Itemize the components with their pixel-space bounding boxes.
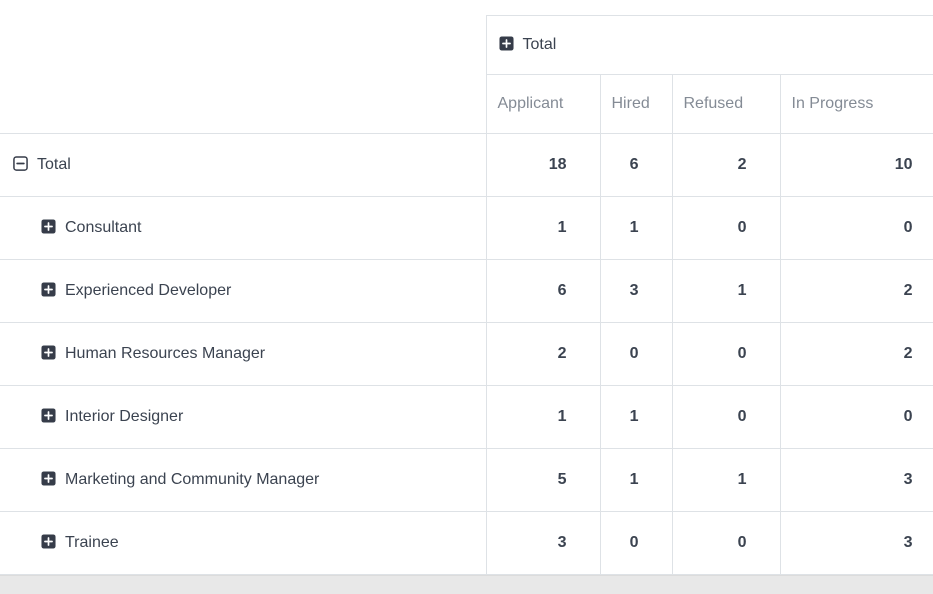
background-area	[0, 575, 933, 594]
value-cell: 1	[600, 197, 672, 260]
plus-square-icon	[41, 471, 56, 486]
row-label: Marketing and Community Manager	[65, 471, 319, 488]
value-cell: 0	[600, 323, 672, 386]
pivot-table-container: Total Applicant Hired Refused In Progres…	[0, 0, 933, 575]
pivot-view: Total Applicant Hired Refused In Progres…	[0, 0, 933, 594]
table-row-trainee: Trainee 3 0 0 3	[0, 512, 933, 575]
column-group-header-row: Total	[0, 16, 933, 75]
value-cell: 10	[780, 134, 933, 197]
minus-square-icon	[13, 156, 28, 171]
row-label: Consultant	[65, 219, 142, 236]
corner-cell	[0, 16, 486, 75]
row-header-marketing-and-community-manager[interactable]: Marketing and Community Manager	[0, 449, 486, 512]
column-group-total[interactable]: Total	[486, 16, 933, 75]
row-label: Trainee	[65, 534, 119, 551]
value-cell: 2	[780, 323, 933, 386]
row-label: Experienced Developer	[65, 282, 231, 299]
value-cell: 1	[672, 449, 780, 512]
value-cell: 0	[780, 197, 933, 260]
row-label: Human Resources Manager	[65, 345, 265, 362]
value-cell: 2	[486, 323, 600, 386]
value-cell: 3	[600, 260, 672, 323]
row-header-total[interactable]: Total	[0, 134, 486, 197]
value-cell: 0	[600, 512, 672, 575]
column-group-label: Total	[523, 36, 557, 53]
value-cell: 0	[780, 386, 933, 449]
value-cell: 1	[486, 197, 600, 260]
measure-header-in-progress[interactable]: In Progress	[780, 75, 933, 134]
measure-header-hired[interactable]: Hired	[600, 75, 672, 134]
table-row-consultant: Consultant 1 1 0 0	[0, 197, 933, 260]
value-cell: 1	[486, 386, 600, 449]
value-cell: 1	[672, 260, 780, 323]
value-cell: 6	[486, 260, 600, 323]
row-label: Interior Designer	[65, 408, 183, 425]
row-header-human-resources-manager[interactable]: Human Resources Manager	[0, 323, 486, 386]
row-header-trainee[interactable]: Trainee	[0, 512, 486, 575]
value-cell: 2	[672, 134, 780, 197]
plus-square-icon	[41, 345, 56, 360]
value-cell: 3	[780, 449, 933, 512]
plus-square-icon	[41, 534, 56, 549]
value-cell: 5	[486, 449, 600, 512]
value-cell: 2	[780, 260, 933, 323]
value-cell: 3	[780, 512, 933, 575]
value-cell: 0	[672, 197, 780, 260]
row-label: Total	[37, 156, 71, 173]
row-header-consultant[interactable]: Consultant	[0, 197, 486, 260]
corner-cell	[0, 75, 486, 134]
plus-square-icon	[41, 219, 56, 234]
measure-header-row: Applicant Hired Refused In Progress	[0, 75, 933, 134]
table-row-marketing-and-community-manager: Marketing and Community Manager 5 1 1 3	[0, 449, 933, 512]
table-row-human-resources-manager: Human Resources Manager 2 0 0 2	[0, 323, 933, 386]
table-row-experienced-developer: Experienced Developer 6 3 1 2	[0, 260, 933, 323]
value-cell: 1	[600, 386, 672, 449]
plus-square-icon	[41, 408, 56, 423]
row-header-experienced-developer[interactable]: Experienced Developer	[0, 260, 486, 323]
measure-header-refused[interactable]: Refused	[672, 75, 780, 134]
value-cell: 3	[486, 512, 600, 575]
plus-square-icon	[499, 36, 514, 51]
value-cell: 6	[600, 134, 672, 197]
value-cell: 0	[672, 323, 780, 386]
table-row-total: Total 18 6 2 10	[0, 134, 933, 197]
value-cell: 18	[486, 134, 600, 197]
table-row-interior-designer: Interior Designer 1 1 0 0	[0, 386, 933, 449]
value-cell: 0	[672, 512, 780, 575]
plus-square-icon	[41, 282, 56, 297]
value-cell: 1	[600, 449, 672, 512]
row-header-interior-designer[interactable]: Interior Designer	[0, 386, 486, 449]
value-cell: 0	[672, 386, 780, 449]
measure-header-applicant[interactable]: Applicant	[486, 75, 600, 134]
pivot-table: Total Applicant Hired Refused In Progres…	[0, 15, 933, 575]
